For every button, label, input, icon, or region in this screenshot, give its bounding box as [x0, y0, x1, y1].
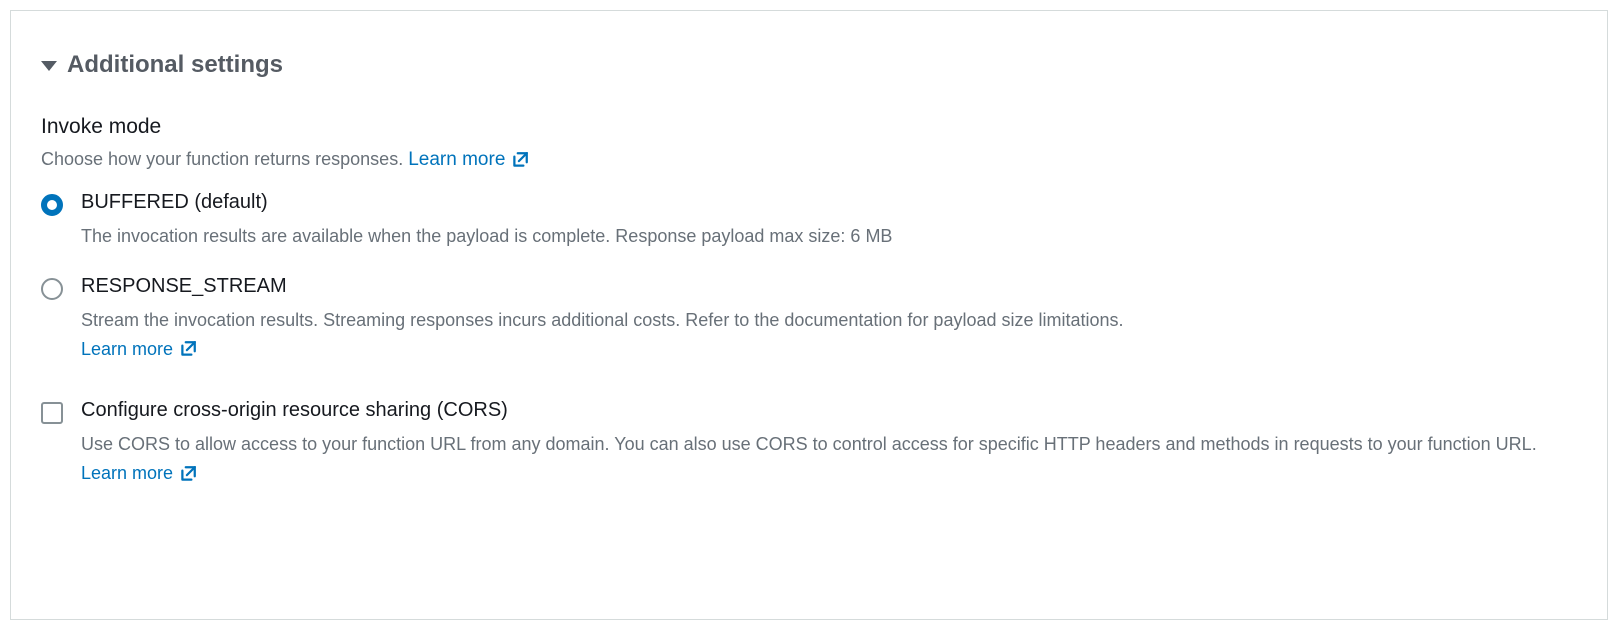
option-description: Stream the invocation results. Streaming…	[81, 306, 1577, 364]
external-link-icon	[179, 465, 197, 483]
invoke-mode-description: Choose how your function returns respons…	[41, 149, 403, 169]
external-link-icon	[511, 151, 529, 169]
cors-description-text: Use CORS to allow access to your functio…	[81, 434, 1537, 454]
additional-settings-panel: Additional settings Invoke mode Choose h…	[10, 10, 1608, 620]
invoke-mode-description-row: Choose how your function returns respons…	[41, 149, 1577, 171]
invoke-mode-group: Invoke mode Choose how your function ret…	[41, 115, 1577, 363]
learn-more-label: Learn more	[408, 149, 505, 171]
invoke-mode-option-buffered[interactable]: BUFFERED (default) The invocation result…	[41, 191, 1577, 251]
cors-label: Configure cross-origin resource sharing …	[81, 399, 1577, 422]
additional-settings-header[interactable]: Additional settings	[41, 51, 1577, 79]
invoke-mode-heading: Invoke mode	[41, 115, 1577, 139]
response-stream-learn-more-link[interactable]: Learn more	[81, 335, 197, 364]
invoke-mode-option-response-stream[interactable]: RESPONSE_STREAM Stream the invocation re…	[41, 275, 1577, 364]
cors-body: Configure cross-origin resource sharing …	[81, 399, 1577, 488]
option-label: BUFFERED (default)	[81, 191, 1577, 214]
option-body: RESPONSE_STREAM Stream the invocation re…	[81, 275, 1577, 364]
option-description-text: Stream the invocation results. Streaming…	[81, 310, 1124, 330]
caret-down-icon	[41, 61, 57, 71]
radio-buffered[interactable]	[41, 194, 63, 216]
cors-row[interactable]: Configure cross-origin resource sharing …	[41, 399, 1577, 488]
option-label: RESPONSE_STREAM	[81, 275, 1577, 298]
cors-checkbox[interactable]	[41, 402, 63, 424]
learn-more-label: Learn more	[81, 335, 173, 364]
section-title: Additional settings	[67, 51, 283, 79]
external-link-icon	[179, 340, 197, 358]
cors-learn-more-link[interactable]: Learn more	[81, 459, 197, 488]
cors-description: Use CORS to allow access to your functio…	[81, 430, 1577, 488]
radio-response-stream[interactable]	[41, 278, 63, 300]
invoke-mode-learn-more-link[interactable]: Learn more	[408, 149, 529, 171]
option-description: The invocation results are available whe…	[81, 222, 1577, 251]
learn-more-label: Learn more	[81, 459, 173, 488]
option-body: BUFFERED (default) The invocation result…	[81, 191, 1577, 251]
